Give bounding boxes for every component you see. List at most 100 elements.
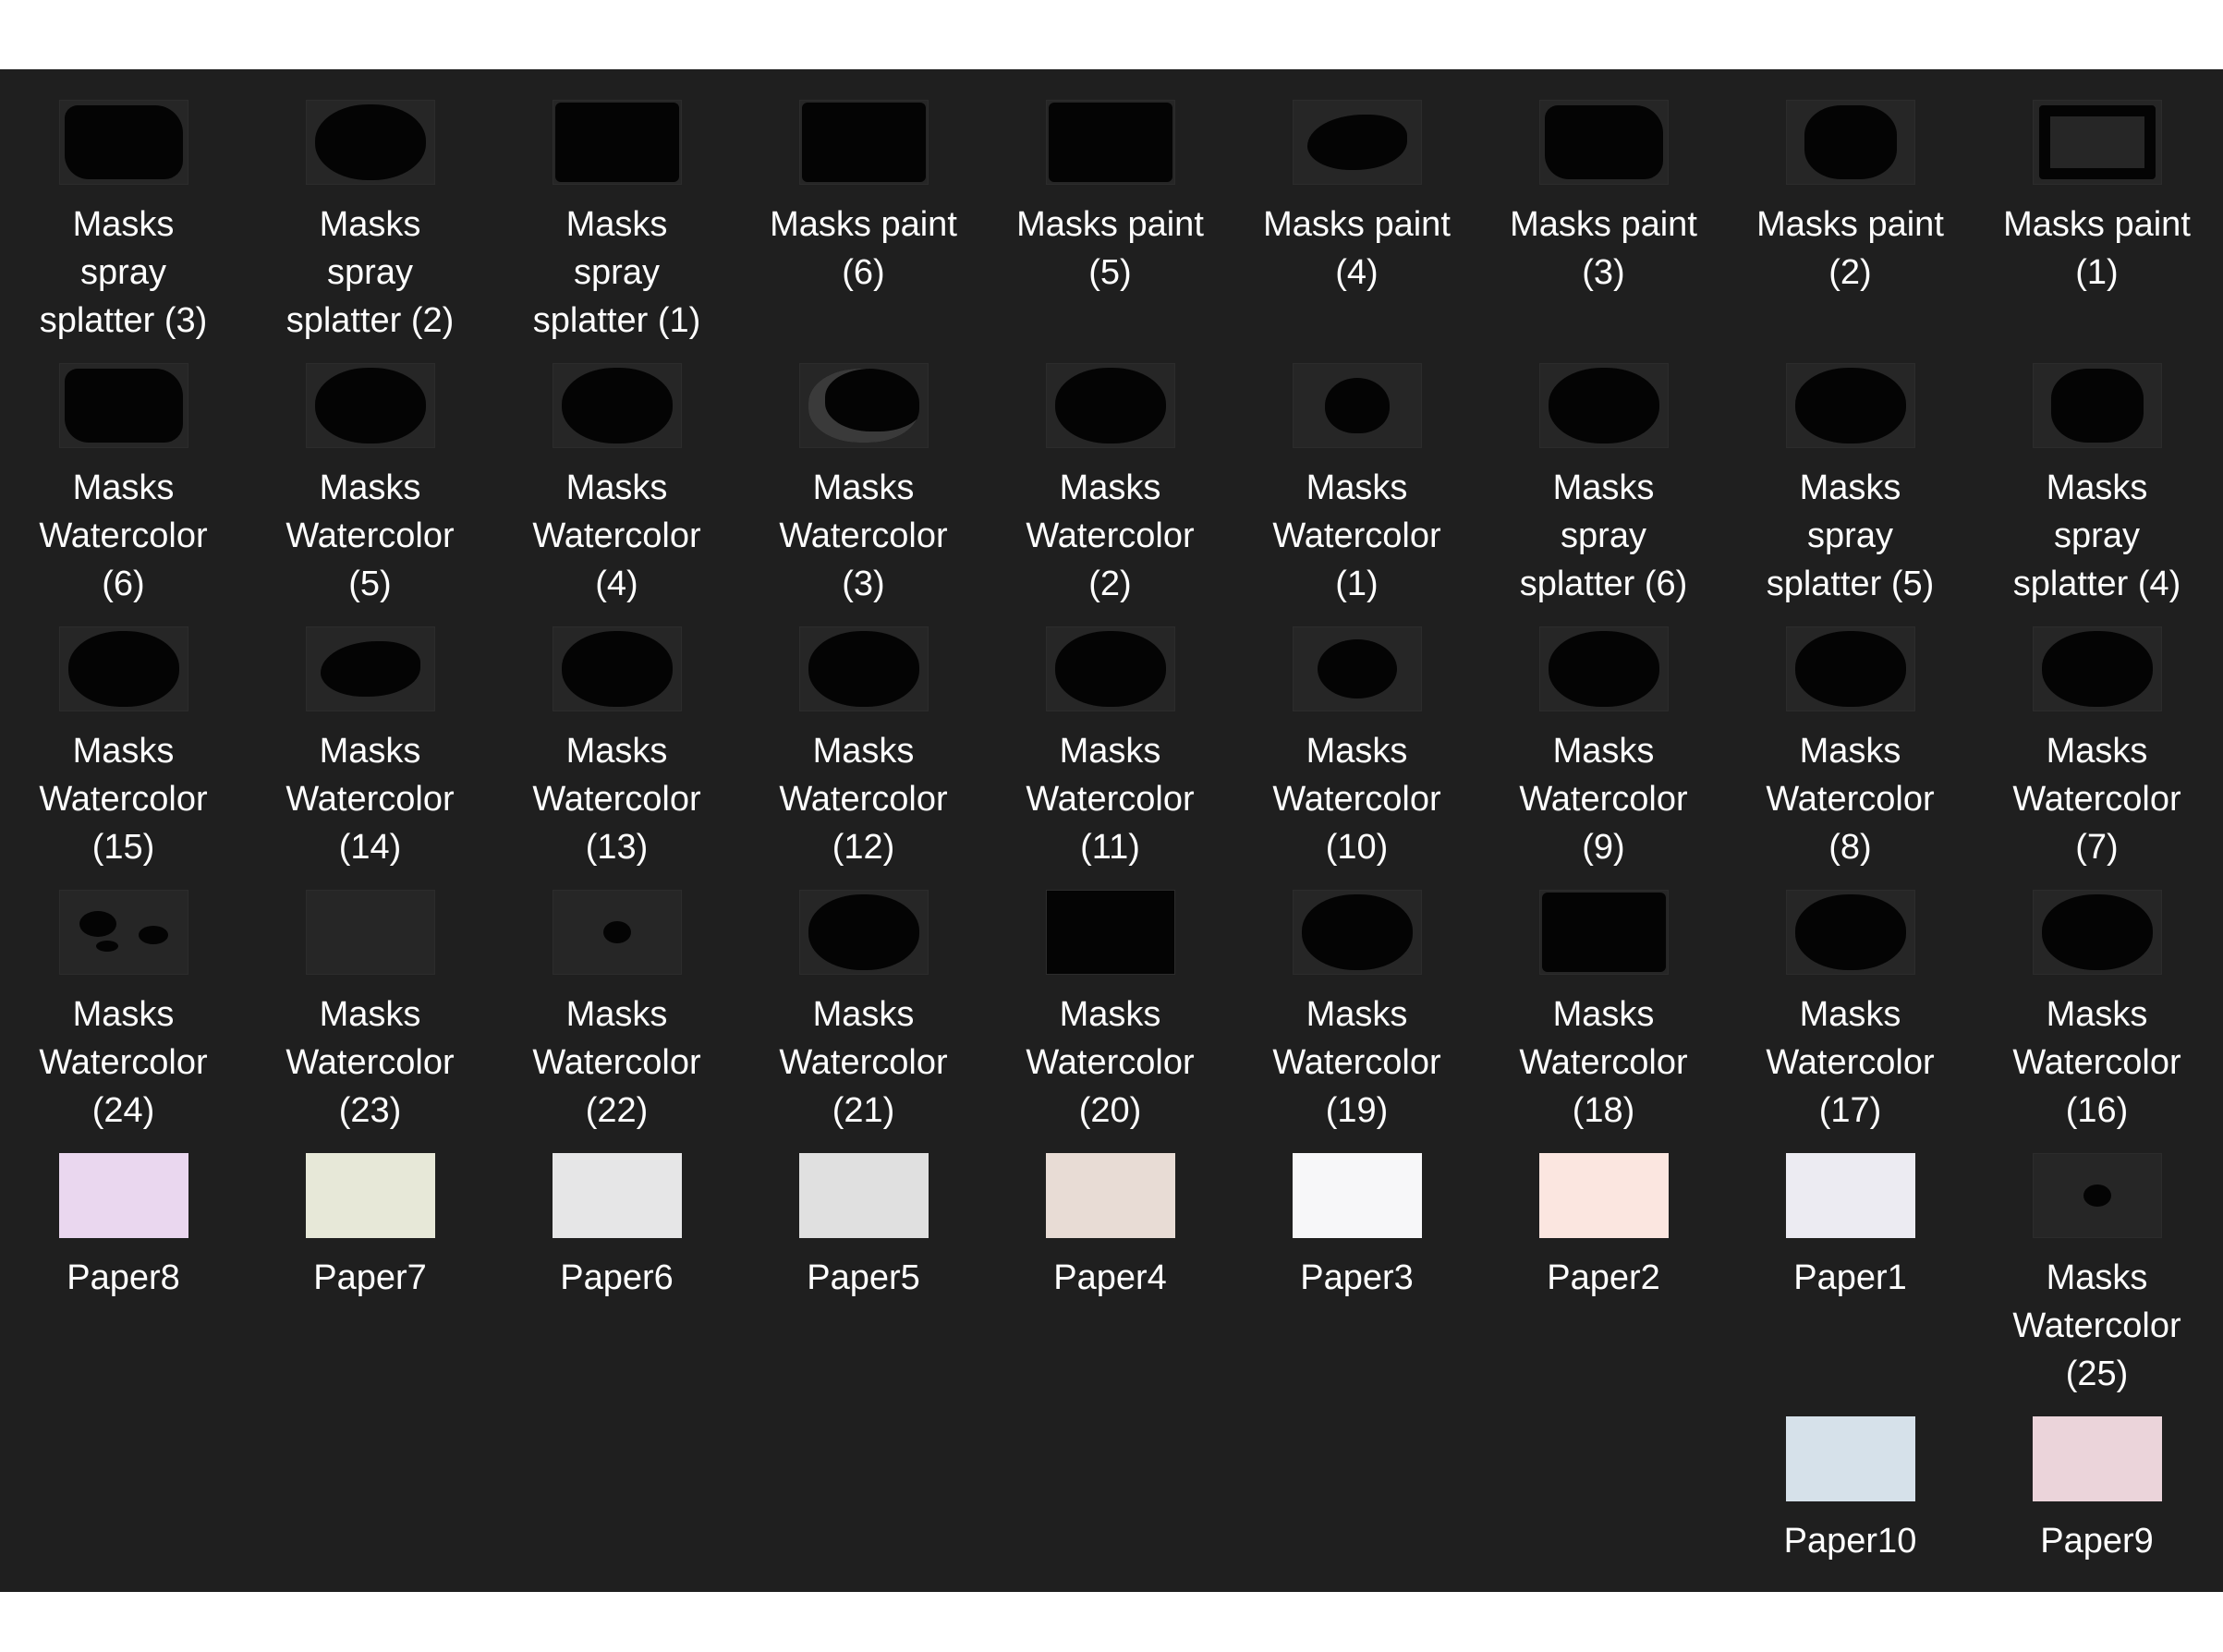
file-item[interactable]: Masks Watercolor (21)	[740, 887, 987, 1135]
mask-thumbnail	[1785, 363, 1915, 448]
file-item[interactable]: Masks Watercolor (17)	[1727, 887, 1974, 1135]
thumbnail-slot	[305, 97, 435, 188]
thumbnail-slot	[1538, 360, 1669, 451]
file-item[interactable]: Masks Watercolor (10)	[1233, 624, 1480, 871]
file-item[interactable]: Masks paint (3)	[1480, 97, 1727, 297]
mask-shape	[320, 641, 420, 697]
paper-thumbnail	[552, 1153, 682, 1238]
mask-thumbnail	[1292, 626, 1422, 711]
paper-thumbnail	[1785, 1416, 1915, 1501]
thumbnail-slot	[305, 624, 435, 714]
file-item[interactable]: Masks Watercolor (5)	[247, 360, 493, 608]
file-item[interactable]: Masks Watercolor (3)	[740, 360, 987, 608]
file-item[interactable]: Masks paint (1)	[1974, 97, 2220, 297]
file-item[interactable]: Paper5	[740, 1150, 987, 1302]
file-item[interactable]: Masks Watercolor (24)	[0, 887, 247, 1135]
paper-thumbnail	[305, 1153, 435, 1238]
mask-shape	[1324, 378, 1390, 433]
mask-shape	[1054, 631, 1166, 707]
file-name-label: Paper6	[560, 1258, 674, 1297]
mask-shape	[1548, 368, 1659, 443]
paper-thumbnail	[58, 1153, 188, 1238]
file-name-label: Masks Watercolor (20)	[1026, 995, 1195, 1130]
mask-shape	[2038, 105, 2156, 179]
mask-shape	[808, 894, 919, 970]
thumbnail-slot	[552, 1150, 682, 1241]
file-item[interactable]: Paper4	[987, 1150, 1233, 1302]
file-name-label: Paper4	[1053, 1258, 1167, 1297]
thumbnail-slot	[1785, 97, 1915, 188]
mask-thumbnail	[2032, 1153, 2162, 1238]
file-name-label: Masks Watercolor (9)	[1519, 732, 1688, 867]
file-item[interactable]: Masks spray splatter (1)	[493, 97, 740, 345]
file-item[interactable]: Masks Watercolor (22)	[493, 887, 740, 1135]
thumbnail-slot	[2032, 1150, 2162, 1241]
file-item[interactable]: Paper10	[1727, 1414, 1974, 1565]
file-item[interactable]: Masks Watercolor (9)	[1480, 624, 1727, 871]
mask-thumbnail	[552, 100, 682, 185]
file-item[interactable]: Masks paint (5)	[987, 97, 1233, 297]
mask-thumbnail	[1045, 363, 1175, 448]
file-item[interactable]: Masks Watercolor (8)	[1727, 624, 1974, 871]
mask-shape	[554, 103, 679, 182]
mask-shape	[1048, 103, 1172, 182]
file-item[interactable]: Masks spray splatter (2)	[247, 97, 493, 345]
file-name-label: Paper7	[313, 1258, 427, 1297]
file-item[interactable]: Masks spray splatter (6)	[1480, 360, 1727, 608]
file-name-label: Masks Watercolor (16)	[2012, 995, 2181, 1130]
file-item[interactable]: Masks Watercolor (19)	[1233, 887, 1480, 1135]
mask-shape	[1804, 105, 1897, 179]
file-item[interactable]: Paper2	[1480, 1150, 1727, 1302]
mask-thumbnail	[1785, 100, 1915, 185]
file-item[interactable]: Masks Watercolor (23)	[247, 887, 493, 1135]
thumbnail-slot	[1538, 887, 1669, 978]
file-item[interactable]: Masks Watercolor (18)	[1480, 887, 1727, 1135]
file-item[interactable]: Masks paint (4)	[1233, 97, 1480, 297]
file-item[interactable]: Masks Watercolor (25)	[1974, 1150, 2220, 1398]
file-item[interactable]: Masks Watercolor (7)	[1974, 624, 2220, 871]
file-item[interactable]: Masks Watercolor (11)	[987, 624, 1233, 871]
mask-thumbnail	[1538, 363, 1669, 448]
thumbnail-slot	[2032, 1414, 2162, 1504]
file-item[interactable]: Paper1	[1727, 1150, 1974, 1302]
mask-shape	[2083, 1184, 2111, 1207]
mask-thumbnail	[1538, 626, 1669, 711]
file-item[interactable]: Masks Watercolor (20)	[987, 887, 1233, 1135]
mask-thumbnail	[2032, 890, 2162, 975]
file-item[interactable]: Paper7	[247, 1150, 493, 1302]
file-item[interactable]: Masks paint (2)	[1727, 97, 1974, 297]
file-item[interactable]: Masks Watercolor (12)	[740, 624, 987, 871]
file-name-label: Masks Watercolor (17)	[1766, 995, 1935, 1130]
file-item[interactable]: Masks Watercolor (16)	[1974, 887, 2220, 1135]
thumbnail-slot	[2032, 624, 2162, 714]
file-name-label: Masks spray splatter (6)	[1519, 468, 1688, 603]
mask-thumbnail	[1785, 626, 1915, 711]
file-item[interactable]: Paper8	[0, 1150, 247, 1302]
mask-thumbnail	[2032, 363, 2162, 448]
file-item[interactable]: Masks Watercolor (14)	[247, 624, 493, 871]
file-name-label: Masks Watercolor (11)	[1026, 732, 1195, 867]
file-item[interactable]: Paper9	[1974, 1414, 2220, 1565]
mask-shape	[2050, 369, 2144, 443]
file-item[interactable]: Masks Watercolor (13)	[493, 624, 740, 871]
thumbnail-slot	[305, 360, 435, 451]
file-item[interactable]: Masks Watercolor (2)	[987, 360, 1233, 608]
mask-thumbnail	[1292, 100, 1422, 185]
file-item[interactable]: Paper3	[1233, 1150, 1480, 1302]
paper-thumbnail	[798, 1153, 929, 1238]
file-item[interactable]: Paper6	[493, 1150, 740, 1302]
file-item[interactable]: Masks Watercolor (1)	[1233, 360, 1480, 608]
file-item[interactable]: Masks spray splatter (4)	[1974, 360, 2220, 608]
file-item[interactable]: Masks Watercolor (15)	[0, 624, 247, 871]
file-item[interactable]: Masks paint (6)	[740, 97, 987, 297]
mask-thumbnail	[1538, 100, 1669, 185]
file-name-label: Masks Watercolor (10)	[1272, 732, 1441, 867]
file-name-label: Paper8	[67, 1258, 180, 1297]
file-item[interactable]: Masks Watercolor (6)	[0, 360, 247, 608]
thumbnail-slot	[798, 97, 929, 188]
file-item[interactable]: Masks spray splatter (5)	[1727, 360, 1974, 608]
mask-shape	[1301, 894, 1413, 970]
file-item[interactable]: Masks spray splatter (3)	[0, 97, 247, 345]
file-item[interactable]: Masks Watercolor (4)	[493, 360, 740, 608]
file-name-label: Masks Watercolor (13)	[532, 732, 701, 867]
